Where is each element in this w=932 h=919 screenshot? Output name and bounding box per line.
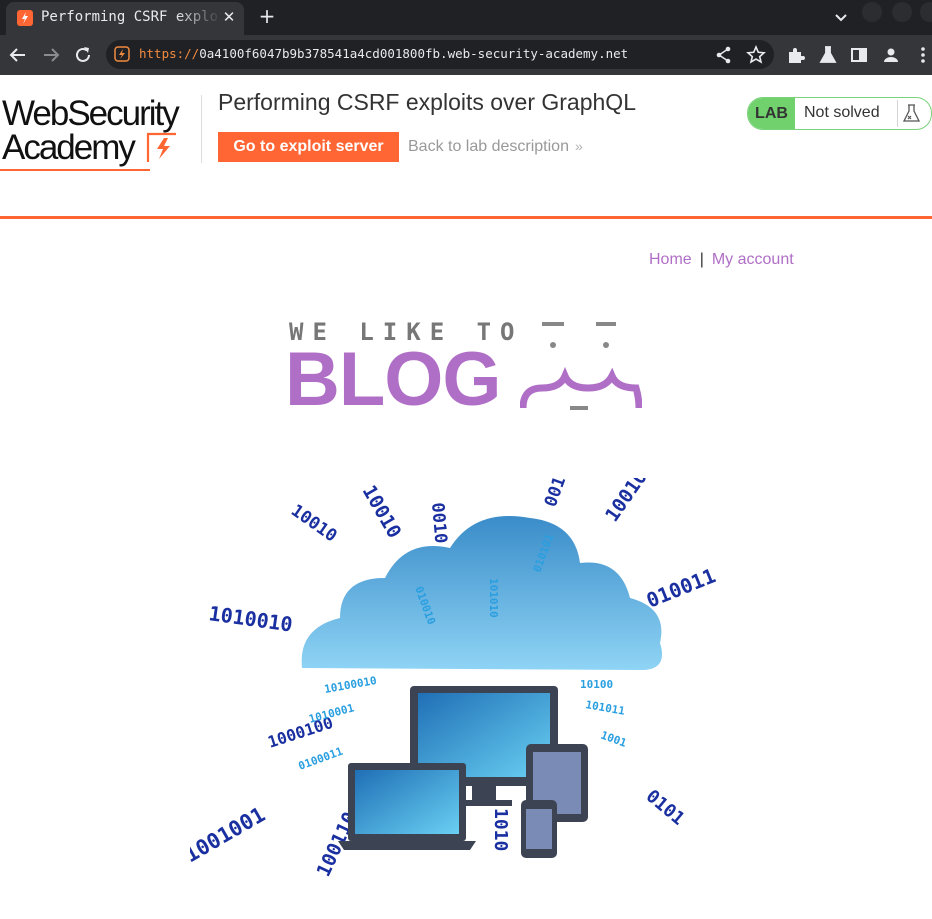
svg-text:10010: 10010 (601, 478, 652, 526)
flask-icon (897, 100, 921, 127)
svg-text:10100010: 10100010 (323, 674, 377, 696)
cloud-devices-illustration: 1010010 10010 10010 0010 0010 10010 0100… (190, 478, 719, 880)
banner-blog-title: BLOG (285, 337, 502, 422)
browser-tabstrip: Performing CSRF exploits over GraphQL ✕ … (0, 0, 932, 35)
svg-text:1001001: 1001001 (190, 802, 269, 867)
star-icon[interactable] (745, 44, 767, 66)
svg-text:1001: 1001 (599, 729, 629, 750)
lab-title: Performing CSRF exploits over GraphQL (218, 89, 636, 115)
logo-lightning-icon (146, 132, 176, 162)
back-to-lab-description-link[interactable]: Back to lab description » (408, 138, 583, 156)
profile-icon[interactable] (880, 44, 902, 66)
chevrons-right-icon: » (574, 138, 583, 154)
logo-text-line1: WebSecurity (2, 94, 180, 133)
my-account-link[interactable]: My account (712, 251, 794, 268)
address-bar[interactable]: https://0a4100f6047b9b378541a4cd001800fb… (106, 40, 774, 69)
lab-badge-label: LAB (748, 98, 795, 129)
blog-face-icon (520, 322, 642, 410)
logo-text-line2: Academy (2, 128, 136, 167)
svg-text:010011: 010011 (643, 563, 719, 612)
svg-text:10100: 10100 (580, 678, 613, 691)
site-info-icon[interactable] (114, 46, 130, 62)
svg-text:0010: 0010 (541, 478, 574, 510)
svg-text:1010: 1010 (490, 808, 511, 851)
url-host: 0a4100f6047b9b378541a4cd001800fb.web-sec… (199, 46, 629, 61)
share-icon[interactable] (713, 44, 735, 66)
home-link[interactable]: Home (649, 251, 692, 268)
menu-icon[interactable] (912, 44, 932, 66)
nav-separator: | (699, 251, 704, 268)
reload-icon[interactable] (72, 44, 94, 66)
lab-status-text: Not solved (804, 104, 880, 121)
url-scheme: https:// (139, 46, 200, 61)
close-window-button[interactable] (920, 2, 932, 22)
svg-text:0010: 0010 (427, 502, 450, 545)
tab-close-icon[interactable]: ✕ (219, 7, 239, 27)
lab-status-badge: LAB Not solved (747, 97, 932, 130)
browser-tab[interactable]: Performing CSRF exploits over GraphQL ✕ (6, 2, 244, 35)
logo-underline-icon (0, 169, 150, 171)
svg-text:0100011: 0100011 (297, 745, 345, 773)
blog-nav: Home | My account (649, 251, 794, 269)
svg-text:10010: 10010 (358, 482, 406, 543)
svg-text:0101: 0101 (642, 786, 689, 830)
go-to-exploit-server-button[interactable]: Go to exploit server (218, 132, 399, 162)
browser-toolbar: https://0a4100f6047b9b378541a4cd001800fb… (0, 35, 932, 75)
new-tab-icon[interactable]: + (256, 5, 278, 27)
tab-title: Performing CSRF exploits over GraphQL (41, 9, 221, 25)
maximize-window-button[interactable] (892, 2, 912, 22)
back-link-label: Back to lab description (408, 138, 569, 155)
extensions-icon[interactable] (785, 44, 807, 66)
header-orange-rule (0, 216, 932, 219)
svg-text:10010: 10010 (287, 501, 340, 547)
web-security-academy-logo[interactable]: WebSecurity Academy (0, 92, 200, 172)
svg-text:101010: 101010 (487, 578, 500, 618)
tab-search-chevron-down-icon[interactable] (832, 8, 850, 26)
back-icon[interactable] (7, 44, 29, 66)
labs-flask-icon[interactable] (817, 44, 839, 66)
sidepanel-icon[interactable] (848, 44, 870, 66)
header-divider (201, 95, 202, 163)
minimize-window-button[interactable] (862, 2, 882, 22)
svg-text:1010010: 1010010 (207, 601, 294, 636)
portswigger-favicon-icon (17, 10, 33, 26)
svg-text:101011: 101011 (584, 698, 626, 718)
forward-icon[interactable] (40, 44, 62, 66)
url-text: https://0a4100f6047b9b378541a4cd001800fb… (139, 46, 628, 61)
